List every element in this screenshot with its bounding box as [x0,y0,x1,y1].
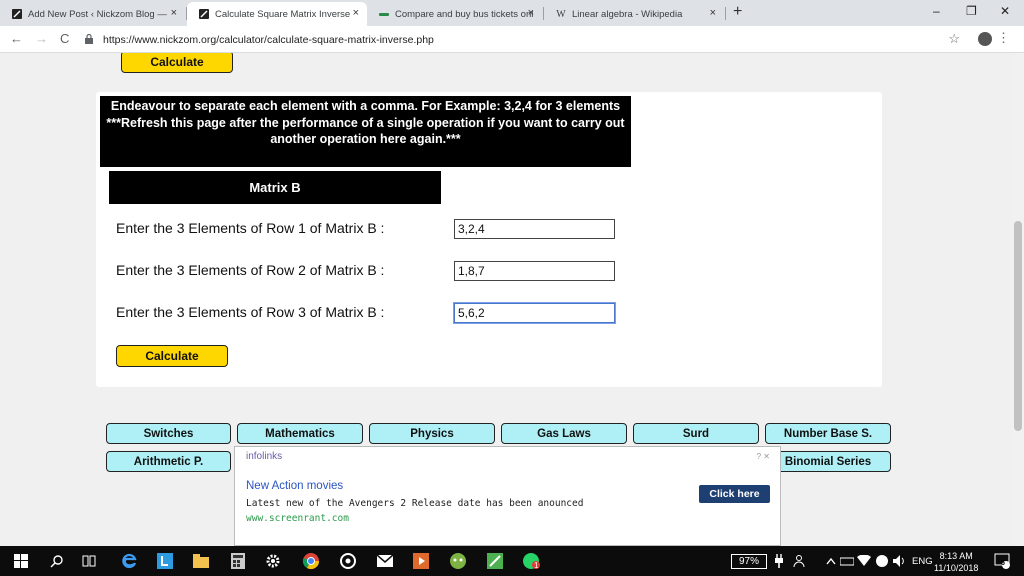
category-gas-laws-button[interactable]: Gas Laws [501,423,627,444]
browser-toolbar: ← → C https://www.nickzom.org/calculator… [0,26,1024,53]
address-bar[interactable]: https://www.nickzom.org/calculator/calcu… [85,29,970,50]
instruction-note: Endeavour to separate each element with … [100,96,631,167]
settings-gear-icon[interactable] [264,552,282,570]
windows-taskbar: 1 97% ENG 8:13 AM 11/10/2018 5 [0,546,1024,576]
nickzom-icon [12,9,22,19]
category-arithmetic-progression-button[interactable]: Arithmetic P. [106,451,231,472]
restore-button[interactable]: ❐ [966,4,977,18]
browser-tab-bar: Add New Post ‹ Nickzom Blog — × Calculat… [0,0,1024,26]
minimize-button[interactable]: – [933,4,940,18]
ad-title-link[interactable]: New Action movies [246,480,343,492]
ad-brand-logo: infolinks [246,451,283,462]
tab-close-icon[interactable]: × [171,7,177,19]
battery-plug-icon [770,552,788,570]
tab-label: Linear algebra - Wikipedia [572,8,683,20]
category-physics-button[interactable]: Physics [369,423,495,444]
bus-icon [379,9,389,19]
new-tab-button[interactable]: + [733,3,742,21]
nickzom-icon [199,9,209,19]
page-scrollbar[interactable] [1012,53,1024,546]
windows-start-icon[interactable] [12,552,30,570]
url-text: https://www.nickzom.org/calculator/calcu… [103,33,434,46]
mail-icon[interactable] [376,552,394,570]
lock-icon [85,33,95,46]
clock-time: 8:13 AM [939,551,973,561]
chrome-icon[interactable] [302,552,320,570]
network-adapter-icon[interactable] [838,552,856,570]
close-window-button[interactable]: ✕ [1000,4,1010,18]
matrix-heading: Matrix B [109,171,441,204]
menu-icon[interactable]: ⋮ [997,30,1010,46]
tab-add-new-post[interactable]: Add New Post ‹ Nickzom Blog — × [0,2,185,26]
people-icon[interactable] [792,552,810,570]
tab-label: Add New Post ‹ Nickzom Blog — [28,8,167,20]
note-line-1: Endeavour to separate each element with … [110,99,621,113]
row-2-input[interactable] [454,261,615,281]
system-clock[interactable]: 8:13 AM 11/10/2018 [934,550,978,574]
row-1-label: Enter the 3 Elements of Row 1 of Matrix … [116,220,385,236]
bookmark-star-icon[interactable]: ☆ [948,31,960,47]
volume-icon[interactable] [891,552,909,570]
wikipedia-icon: W [556,8,566,20]
ad-close-icon[interactable]: ? ✕ [757,452,770,461]
extension-icon[interactable] [978,32,992,46]
row-2-label: Enter the 3 Elements of Row 2 of Matrix … [116,262,385,278]
ad-url[interactable]: www.screenrant.com [246,513,349,524]
calculator-icon[interactable] [229,552,247,570]
tab-label: Calculate Square Matrix Inverse [215,8,351,20]
top-calculate-button[interactable]: Calculate [121,53,233,73]
android-app-icon[interactable] [449,552,467,570]
page-content: Calculate Endeavour to separate each ele… [0,53,1012,546]
language-indicator[interactable]: ENG [912,556,933,567]
category-switches-button[interactable]: Switches [106,423,231,444]
calculate-button[interactable]: Calculate [116,345,228,367]
search-icon[interactable] [48,552,66,570]
infolinks-ad[interactable]: infolinks ? ✕ New Action movies Latest n… [234,446,781,546]
tab-separator [725,7,726,20]
media-player-icon[interactable] [412,552,430,570]
back-button[interactable]: ← [10,31,23,46]
task-view-icon[interactable] [80,552,98,570]
tab-bus-tickets[interactable]: Compare and buy bus tickets onl × [367,2,542,26]
category-binomial-series-button[interactable]: Binomial Series [765,451,891,472]
forward-button[interactable]: → [35,31,48,46]
tab-close-icon[interactable]: × [528,7,534,19]
reload-button[interactable]: C [60,31,69,46]
action-center-count: 5 [1001,560,1005,567]
note-line-2: ***Refresh this page after the performan… [106,115,625,147]
scrollbar-thumb[interactable] [1014,221,1022,431]
file-explorer-icon[interactable] [192,552,210,570]
battery-indicator[interactable]: 97% [731,554,767,569]
camera-app-icon[interactable] [339,552,357,570]
tab-calculate-square-matrix-inverse[interactable]: Calculate Square Matrix Inverse × [187,2,367,26]
row-3-input[interactable] [453,302,616,324]
wifi-icon[interactable] [855,552,873,570]
notification-badge: 1 [534,561,539,570]
app-l-icon[interactable] [156,552,174,570]
location-icon[interactable] [873,552,891,570]
row-1-input[interactable] [454,219,615,239]
row-3-label: Enter the 3 Elements of Row 3 of Matrix … [116,304,385,320]
edge-browser-icon[interactable] [121,552,139,570]
clock-date: 11/10/2018 [934,563,979,573]
ad-description: Latest new of the Avengers 2 Release dat… [246,498,584,509]
category-mathematics-button[interactable]: Mathematics [237,423,363,444]
tab-label: Compare and buy bus tickets onl [395,8,534,20]
category-surd-button[interactable]: Surd [633,423,759,444]
category-number-base-button[interactable]: Number Base S. [765,423,891,444]
tab-close-icon[interactable]: × [710,7,716,19]
ad-click-here-button[interactable]: Click here [699,485,770,503]
tab-linear-algebra-wikipedia[interactable]: W Linear algebra - Wikipedia × [544,2,724,26]
image-editor-icon[interactable] [486,552,504,570]
tab-close-icon[interactable]: × [353,7,359,19]
